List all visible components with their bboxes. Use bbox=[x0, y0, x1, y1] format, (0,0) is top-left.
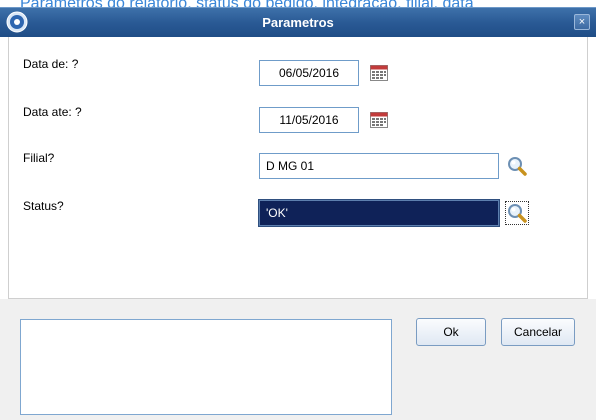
close-button[interactable]: × bbox=[574, 14, 590, 30]
data-de-input[interactable]: 06/05/2016 bbox=[259, 60, 359, 86]
field-label-data-de: Data de: ? bbox=[23, 57, 79, 71]
field-label-data-ate: Data ate: ? bbox=[23, 105, 82, 119]
field-label-status: Status? bbox=[23, 199, 64, 213]
dialog-title: Parametros bbox=[262, 15, 334, 30]
ok-button[interactable]: Ok bbox=[416, 318, 486, 346]
dialog-footer: Ok Cancelar bbox=[0, 299, 596, 420]
parameters-panel: Data de: ? 06/05/2016 Data ate: ? 11/05/… bbox=[8, 37, 588, 299]
calendar-icon[interactable] bbox=[370, 65, 388, 81]
description-memo[interactable] bbox=[20, 319, 392, 415]
filial-input[interactable]: D MG 01 bbox=[259, 153, 499, 179]
field-label-filial: Filial? bbox=[23, 151, 55, 165]
cancel-button[interactable]: Cancelar bbox=[501, 318, 575, 346]
title-bar: Parametros × bbox=[0, 7, 596, 37]
search-icon[interactable] bbox=[506, 155, 528, 177]
status-input[interactable]: 'OK' bbox=[258, 199, 500, 227]
data-ate-input[interactable]: 11/05/2016 bbox=[259, 107, 359, 133]
calendar-icon[interactable] bbox=[370, 112, 388, 128]
search-icon[interactable] bbox=[505, 201, 529, 225]
